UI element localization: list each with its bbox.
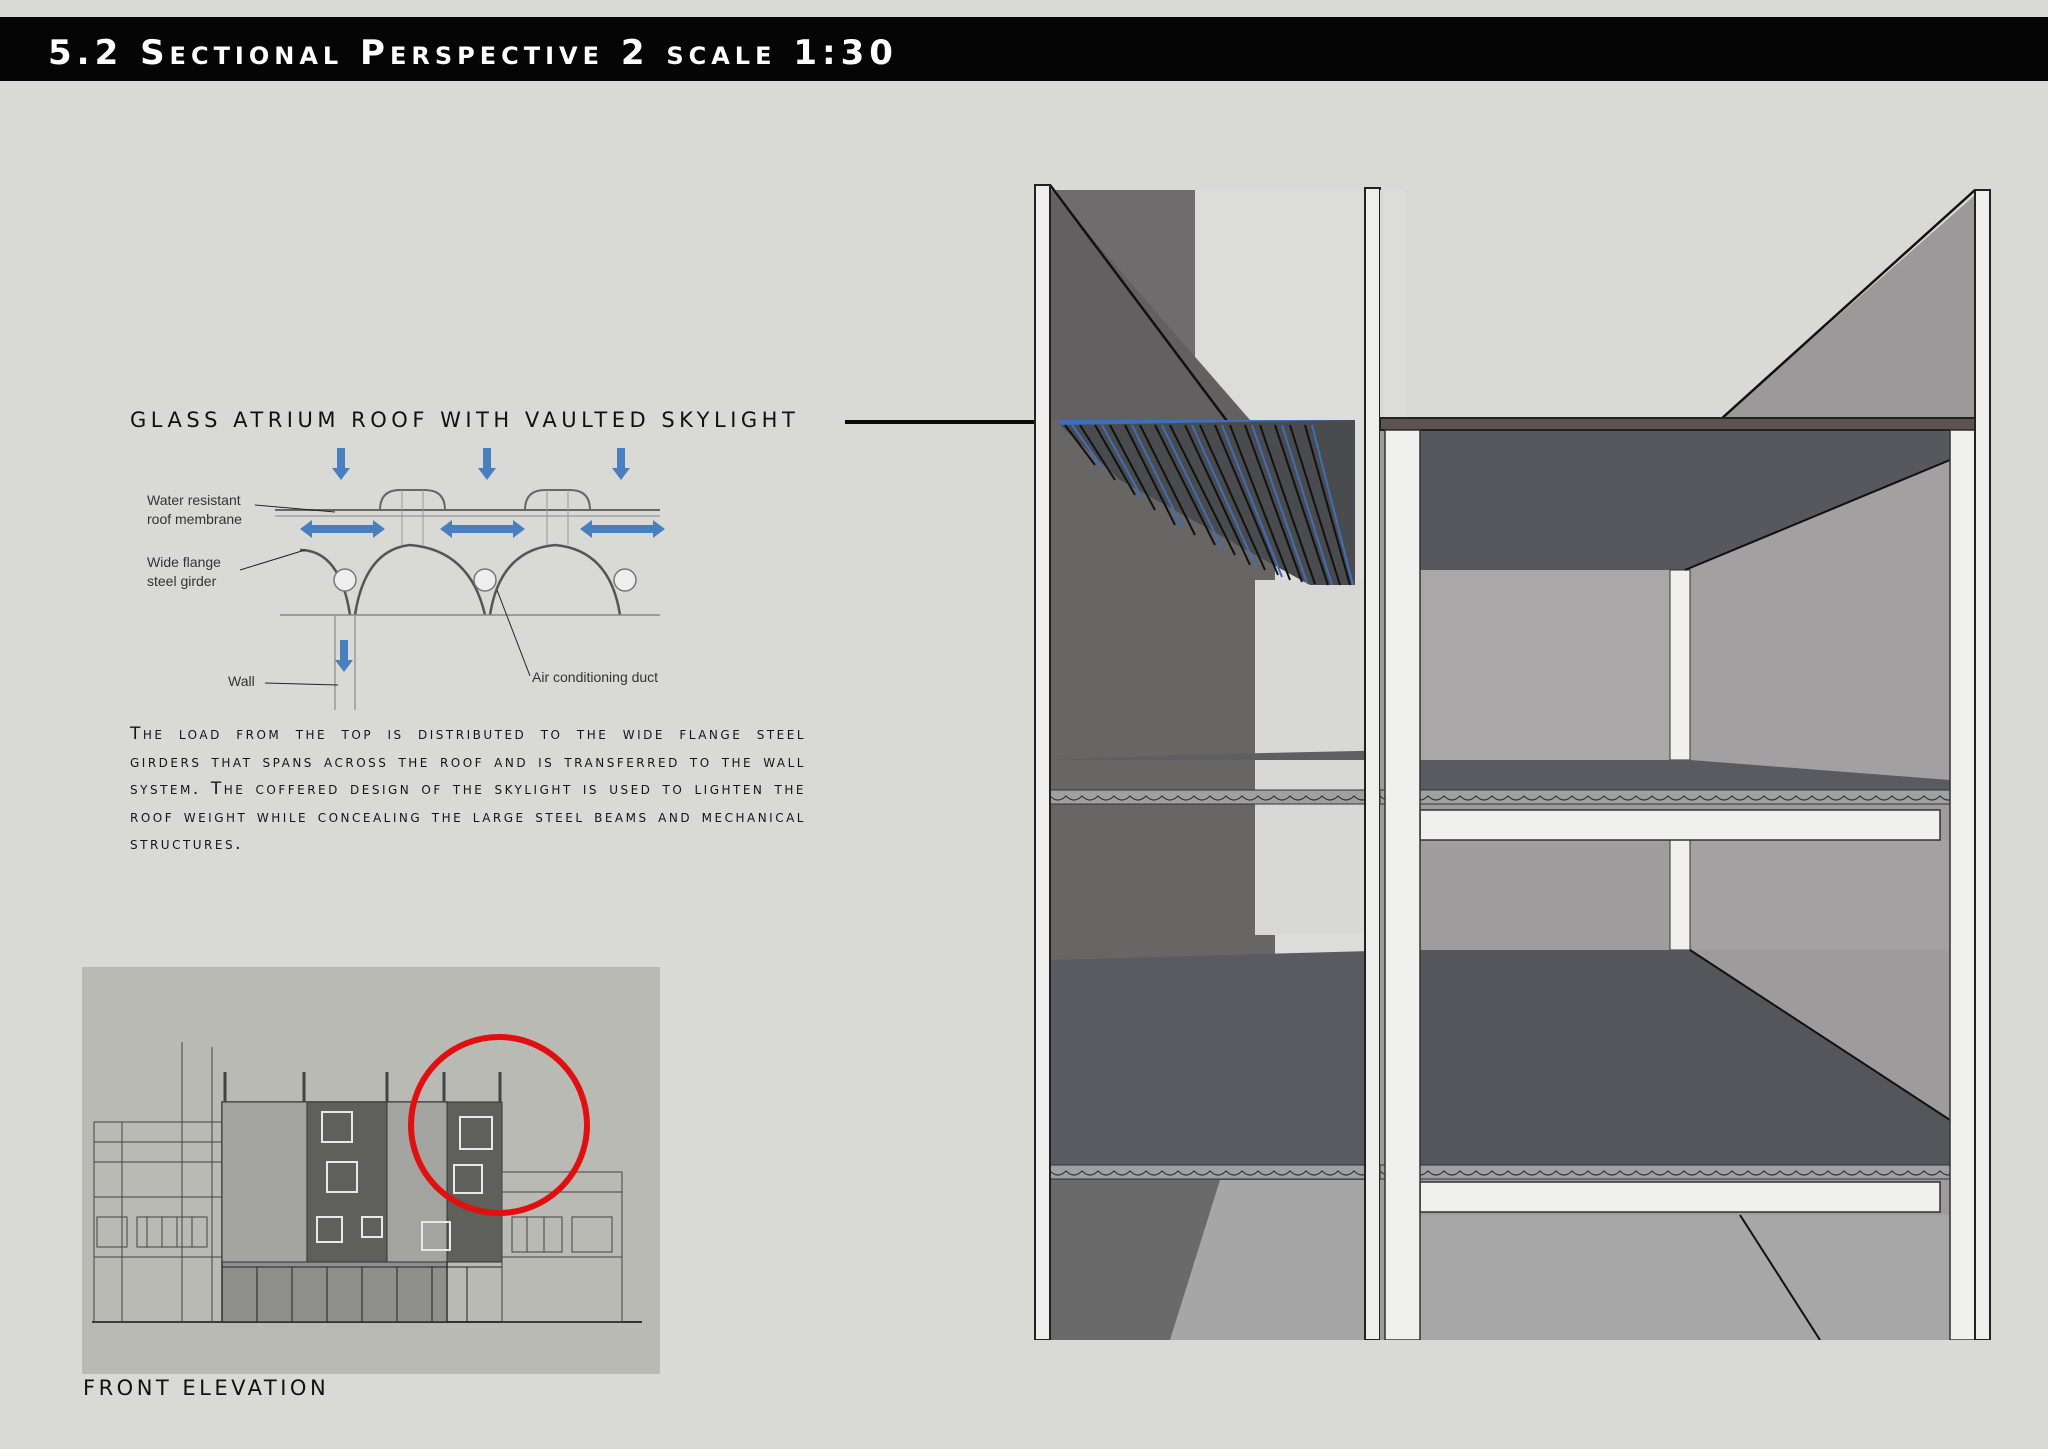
air-duct: [333, 568, 357, 592]
leader-wall: [264, 682, 339, 686]
rooftop-posts: [223, 1072, 502, 1102]
steel-beam-1: [1419, 809, 1941, 841]
description-text: The load from the top is distributed to …: [130, 724, 806, 855]
girder-arch: [353, 543, 487, 616]
callout-label-skylight: GLASS ATRIUM ROOF WITH VAULTED SKYLIGHT: [130, 408, 800, 432]
front-elevation-svg: [92, 1034, 642, 1323]
neighbor-building-left: [93, 1042, 225, 1323]
section-svg: [1034, 184, 1991, 1341]
air-duct: [613, 568, 637, 592]
front-elevation-image: [82, 967, 660, 1374]
roof-slab: [1379, 417, 1979, 431]
page-title: 5.2 Sectional Perspective 2 scale 1:30: [48, 33, 898, 73]
center-wall: [1364, 187, 1381, 1341]
girder-arch: [488, 543, 622, 616]
air-duct: [473, 568, 497, 592]
steel-beam-2: [1419, 1181, 1941, 1213]
leader-girder: [239, 549, 306, 571]
sectional-perspective-drawing: [1020, 180, 2020, 1344]
column-left: [1384, 429, 1421, 1341]
column-right: [1949, 429, 1976, 1341]
title-bar: 5.2 Sectional Perspective 2 scale 1:30: [0, 17, 2048, 81]
right-outer-wall: [1974, 189, 1991, 1341]
leader-duct: [496, 589, 531, 677]
left-outer-wall: [1034, 184, 1051, 1341]
skylight-vault-2: [524, 489, 591, 511]
floor-slab-right-2: [1379, 1164, 1979, 1180]
label-girder: Wide flange steel girder: [147, 554, 221, 589]
skylight-vault-1: [379, 489, 446, 511]
perforated-panel-left: [221, 1101, 308, 1263]
label-duct: Air conditioning duct: [532, 669, 659, 685]
roof-detail-diagram: Water resistant roof membrane Wide flang…: [140, 440, 700, 714]
label-membrane: Water resistant roof membrane: [147, 492, 242, 527]
neighbor-building-right: [501, 1171, 623, 1323]
floor-slab-right-1: [1379, 789, 1979, 805]
right-bay-upper-wall: [1720, 195, 1990, 420]
label-wall: Wall: [228, 673, 255, 689]
elevation-caption: FRONT ELEVATION: [83, 1376, 330, 1400]
load-arrows-horizontal: [300, 520, 665, 538]
